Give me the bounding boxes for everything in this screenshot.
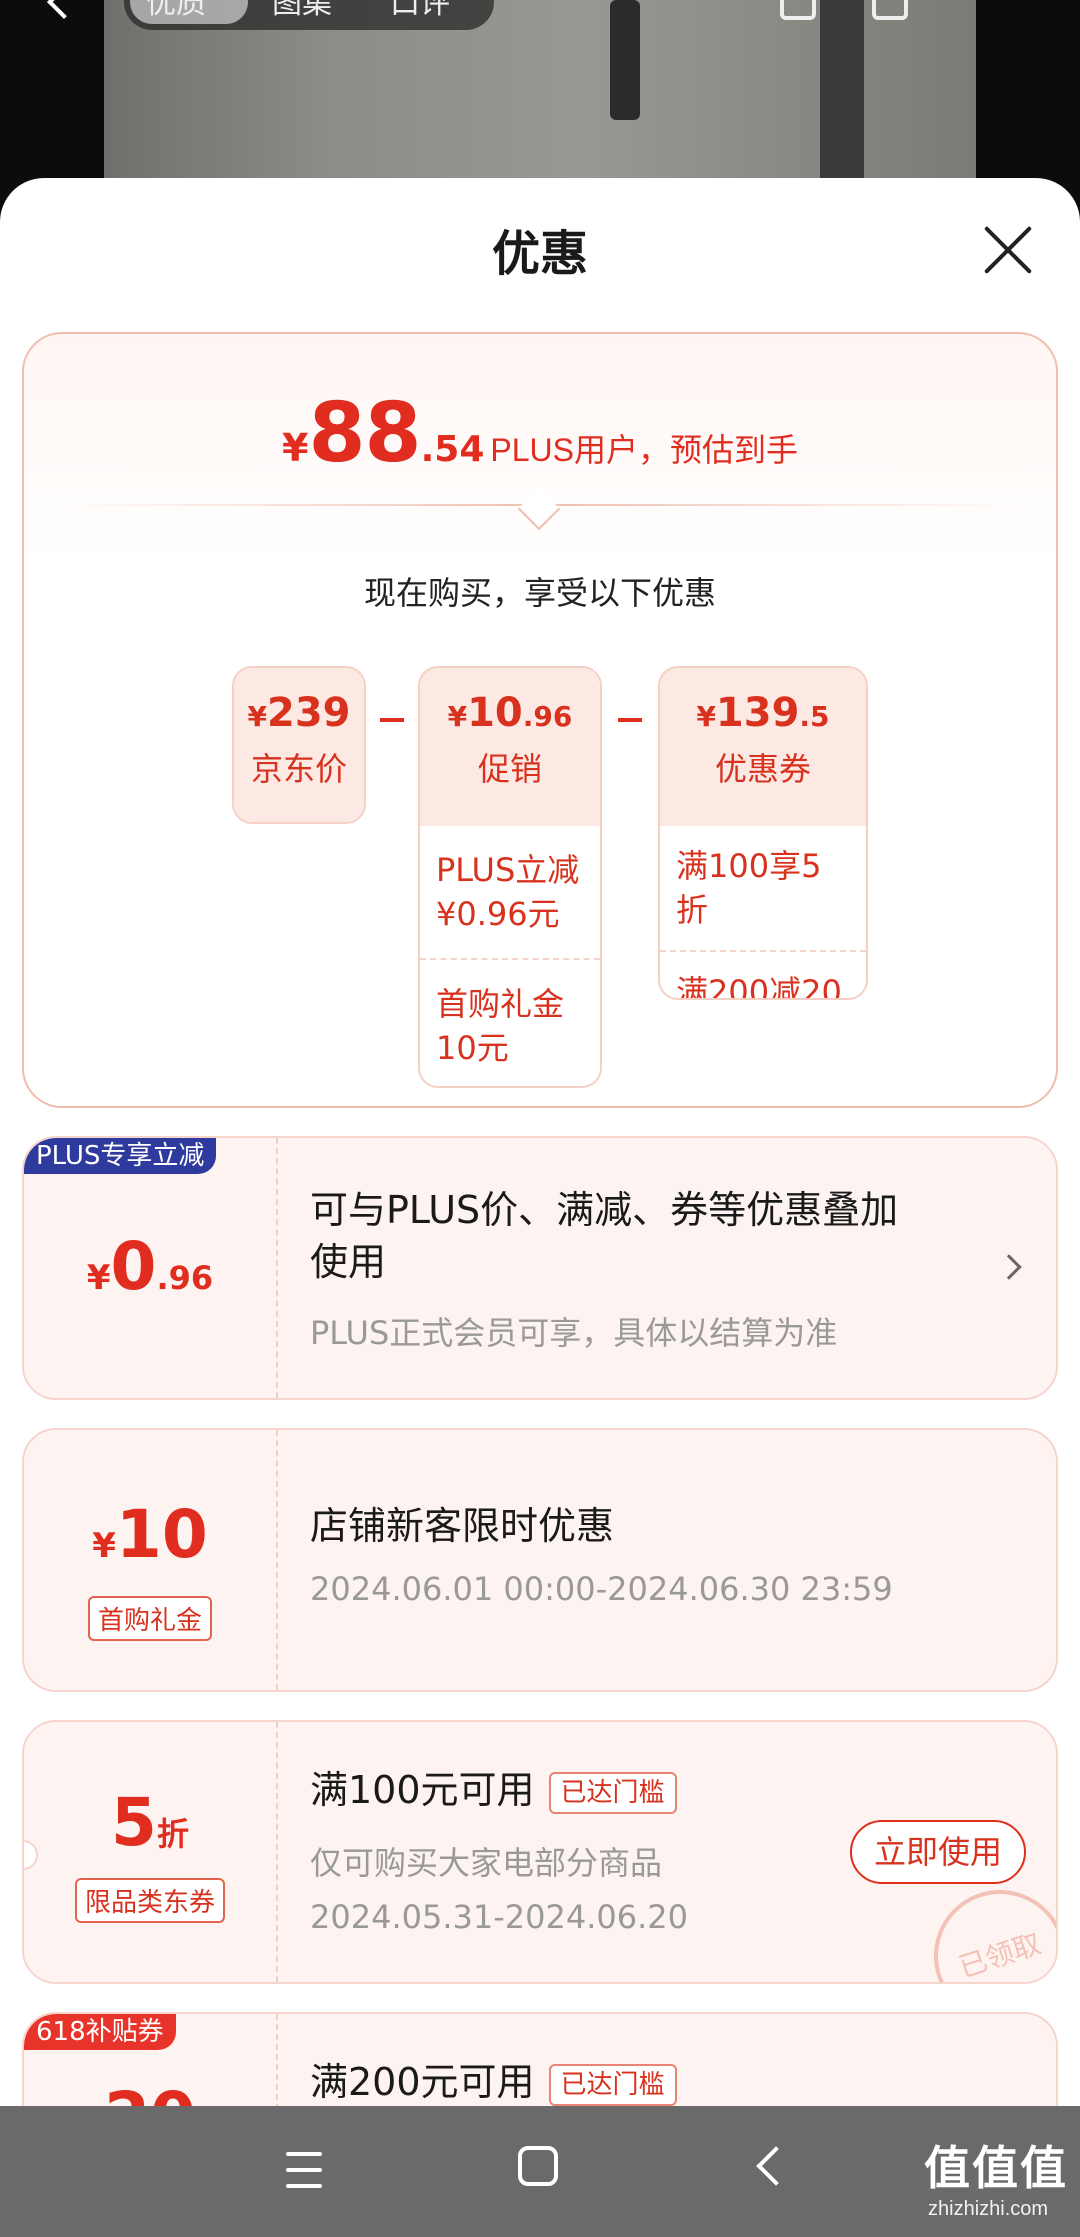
chevron-right-icon[interactable] [996, 1254, 1022, 1280]
product-photo-detail-2 [820, 0, 864, 180]
coupon-item: 满100享5折 [676, 847, 822, 929]
claimed-stamp: 已领取 [916, 1872, 1056, 1982]
coupon-tag: 限品类东券 [74, 1878, 226, 1923]
coupon-title-row: 满200元可用 已达门槛 [310, 2056, 677, 2108]
top-tab-bar: 优质 图集 口评 [124, 0, 494, 30]
coupon-value: ¥10 首购礼金 [24, 1430, 276, 1690]
tab-item[interactable]: 口评 [390, 0, 450, 22]
coupon-title: 店铺新客限时优惠 [310, 1504, 615, 1548]
use-now-button[interactable]: 立即使用 [850, 1820, 1026, 1884]
price-summary-card: ¥88.54 PLUS用户，预估到手 现在购买，享受以下优惠 ¥239 京东价 ¥… [22, 332, 1058, 1108]
coupon-divider [276, 1722, 278, 1982]
threshold-badge: 已达门槛 [548, 2063, 677, 2106]
divider-notch [517, 487, 561, 531]
coupon-value: ¥0.96 [86, 1228, 214, 1305]
currency-symbol: ¥ [282, 426, 309, 470]
watermark-url: zhizhizhi.com [928, 2198, 1049, 2220]
coupon-title-row: 满100元可用 已达门槛 [310, 1764, 677, 1816]
discount-sheet: 优惠 ¥88.54 PLUS用户，预估到手 现在购买，享受以下优惠 ¥239 京东… [0, 178, 1080, 2237]
threshold-badge: 已达门槛 [548, 1771, 677, 1814]
coupon-title: 可与PLUS价、满减、券等优惠叠加使用 [310, 1188, 899, 1284]
estimated-price: ¥88.54 PLUS用户，预估到手 [24, 386, 1056, 481]
back-icon[interactable] [756, 2146, 796, 2186]
system-nav-bar: 值值值 zhizhizhi.com [0, 2106, 1080, 2237]
home-icon[interactable] [518, 2146, 558, 2186]
coupon-desc: PLUS正式会员可享，具体以结算为准 [310, 1314, 838, 1352]
column-label: 促销 [477, 750, 542, 788]
product-photo-detail [610, 0, 640, 120]
column-label: 优惠券 [714, 750, 811, 788]
share-icon[interactable] [872, 0, 908, 20]
price-note: PLUS用户，预估到手 [490, 432, 798, 468]
close-button[interactable] [980, 222, 1036, 278]
price-decimal: .54 [420, 429, 485, 470]
coupon-validity: 2024.05.31-2024.06.20 [310, 1898, 688, 1936]
coupon-column: ¥139.5 优惠券 满100享5折 满200减20 [658, 666, 868, 1000]
coupon-card-new-customer[interactable]: ¥10 首购礼金 店铺新客限时优惠 2024.06.01 00:00-2024.… [22, 1428, 1058, 1692]
coupon-desc: 仅可购买大家电部分商品 [310, 1844, 663, 1882]
promotion-column: ¥10.96 促销 PLUS立减 ¥0.96元 首购礼金 10元 [418, 666, 602, 1088]
coupon-divider [276, 1138, 278, 1398]
coupon-card-plus[interactable]: PLUS专享立减 ¥0.96 可与PLUS价、满减、券等优惠叠加使用 PLUS正… [22, 1136, 1058, 1400]
discount-subheading: 现在购买，享受以下优惠 [363, 574, 716, 612]
coupon-card-discount[interactable]: 5折 限品类东券 满100元可用 已达门槛 仅可购买大家电部分商品 2024.05… [22, 1720, 1058, 1984]
column-amount: ¥10.96 [447, 690, 573, 736]
tab-item[interactable]: 图集 [272, 0, 332, 22]
back-arrow-icon[interactable] [47, 0, 81, 19]
coupon-divider [276, 1430, 278, 1690]
column-amount: ¥239 [247, 690, 351, 736]
coupon-value: 5折 限品类东券 [24, 1722, 276, 1982]
price-integer: 88 [308, 386, 421, 481]
minus-sign [380, 718, 404, 722]
coupon-tag: 首购礼金 [87, 1596, 213, 1641]
tab-item[interactable]: 优质 [146, 0, 206, 22]
sheet-title: 优惠 [491, 226, 588, 282]
coupon-validity: 2024.06.01 00:00-2024.06.30 23:59 [310, 1570, 893, 1608]
favorite-icon[interactable] [780, 0, 816, 20]
promotion-item: 首购礼金 10元 [420, 958, 600, 1086]
column-amount: ¥139.5 [696, 690, 830, 736]
coupon-item: 满200减20 [660, 950, 866, 998]
coupon-title: 满200元可用 [310, 2060, 535, 2104]
recent-apps-icon[interactable] [286, 2150, 322, 2190]
watermark-logo: 值值值 [924, 2142, 1068, 2194]
promotion-item: PLUS立减 ¥0.96元 [436, 851, 580, 933]
column-label: 京东价 [250, 750, 347, 788]
jd-price-column: ¥239 京东价 [232, 666, 366, 824]
coupon-title: 满100元可用 [310, 1768, 535, 1812]
minus-sign [618, 718, 642, 722]
